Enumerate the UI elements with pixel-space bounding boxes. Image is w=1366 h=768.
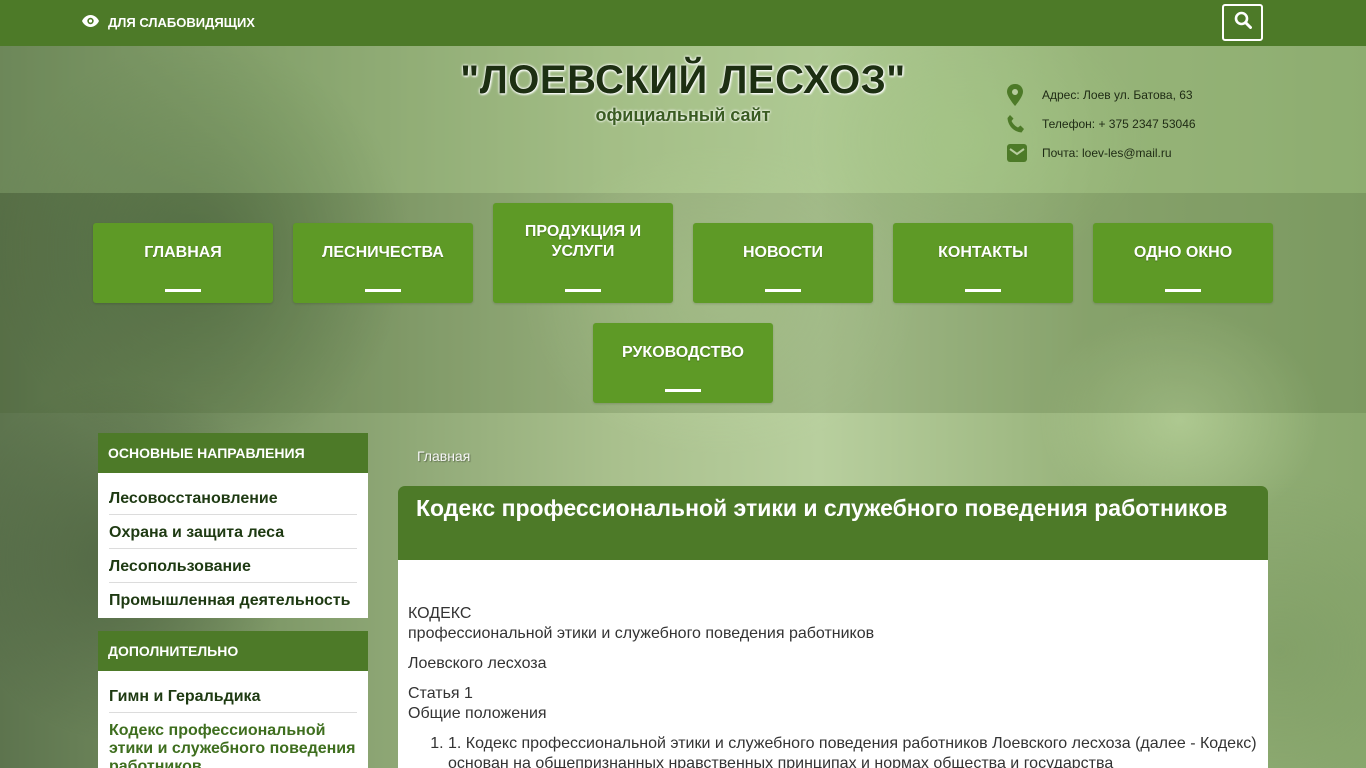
nav-item-home[interactable]: ГЛАВНАЯ — [93, 223, 273, 303]
article-text: КОДЕКС профессиональной этики и служебног… — [408, 605, 875, 642]
phone-icon — [1006, 113, 1032, 135]
nav-item-label: ОДНО ОКНО — [1133, 244, 1233, 261]
nav-item-label: КОНТАКТЫ — [938, 244, 1028, 261]
nav-item-label: ЛЕСНИЧЕСТВА — [322, 244, 444, 261]
sidebar-heading: ДОПОЛНИТЕЛЬНО — [98, 631, 368, 671]
article-list: 1. Кодекс профессиональной этики и служе… — [448, 734, 1258, 768]
search-button[interactable] — [1222, 4, 1263, 41]
nav-item-news[interactable]: НОВОСТИ — [693, 223, 873, 303]
sidebar-list: Лесовосстановление Охрана и защита леса … — [98, 473, 368, 618]
accessibility-label: ДЛЯ СЛАБОВИДЯЩИХ — [108, 14, 255, 30]
nav-item-label: ГЛАВНАЯ — [144, 244, 222, 261]
map-pin-icon — [1006, 83, 1032, 106]
sidebar-link-forest-use[interactable]: Лесопользование — [109, 549, 357, 583]
eye-icon — [82, 14, 99, 30]
nav-item-label: ПРОДУКЦИЯ И УСЛУГИ — [524, 223, 642, 260]
sidebar-link-forest-protection[interactable]: Охрана и защита леса — [109, 515, 357, 549]
contact-phone: Телефон: + 375 2347 53046 — [1006, 109, 1196, 138]
nav-item-underline — [165, 289, 201, 292]
nav-item-contacts[interactable]: КОНТАКТЫ — [893, 223, 1073, 303]
sidebar-additional: ДОПОЛНИТЕЛЬНО Гимн и Геральдика Кодекс п… — [98, 631, 368, 768]
nav-item-label: НОВОСТИ — [742, 244, 824, 261]
sidebar-link-industrial[interactable]: Промышленная деятельность — [109, 583, 357, 618]
breadcrumb-home[interactable]: Главная — [417, 448, 470, 464]
nav-item-underline — [565, 289, 601, 292]
list-item: 1. Кодекс профессиональной этики и служе… — [448, 734, 1258, 768]
search-icon — [1234, 11, 1252, 34]
article-text: Лоевского лесхоза — [408, 655, 547, 672]
sidebar-link-ethics-code[interactable]: Кодекс профессиональной этики и служебно… — [109, 713, 357, 768]
nav-item-label: РУКОВОДСТВО — [622, 344, 744, 361]
contact-email: Почта: loev-les@mail.ru — [1006, 138, 1196, 167]
nav-item-one-window[interactable]: ОДНО ОКНО — [1093, 223, 1273, 303]
accessibility-link[interactable]: ДЛЯ СЛАБОВИДЯЩИХ — [82, 13, 255, 31]
mail-icon — [1006, 142, 1032, 164]
article-title: Кодекс профессиональной этики и служебно… — [398, 486, 1268, 560]
nav-item-products[interactable]: ПРОДУКЦИЯ И УСЛУГИ — [493, 203, 673, 303]
article-text: Статья 1 Общие положения — [408, 685, 547, 722]
sidebar-main-directions: ОСНОВНЫЕ НАПРАВЛЕНИЯ Лесовосстановление … — [98, 433, 368, 618]
sidebar-heading: ОСНОВНЫЕ НАПРАВЛЕНИЯ — [98, 433, 368, 473]
nav-item-underline — [765, 289, 801, 292]
sidebar-list: Гимн и Геральдика Кодекс профессионально… — [98, 671, 368, 768]
article-body: КОДЕКС профессиональной этики и служебног… — [398, 560, 1268, 768]
contact-address: Адрес: Лоев ул. Батова, 63 — [1006, 80, 1196, 109]
contact-info: Адрес: Лоев ул. Батова, 63 Телефон: + 37… — [1006, 80, 1196, 167]
sidebar-link-reforestation[interactable]: Лесовосстановление — [109, 481, 357, 515]
nav-item-underline — [1165, 289, 1201, 292]
nav-item-underline — [665, 389, 701, 392]
nav-item-underline — [965, 289, 1001, 292]
nav-item-management[interactable]: РУКОВОДСТВО — [593, 323, 773, 403]
top-bar: ДЛЯ СЛАБОВИДЯЩИХ — [0, 0, 1366, 46]
sidebar-link-anthem-heraldry[interactable]: Гимн и Геральдика — [109, 679, 357, 713]
nav-item-underline — [365, 289, 401, 292]
nav-item-forestries[interactable]: ЛЕСНИЧЕСТВА — [293, 223, 473, 303]
